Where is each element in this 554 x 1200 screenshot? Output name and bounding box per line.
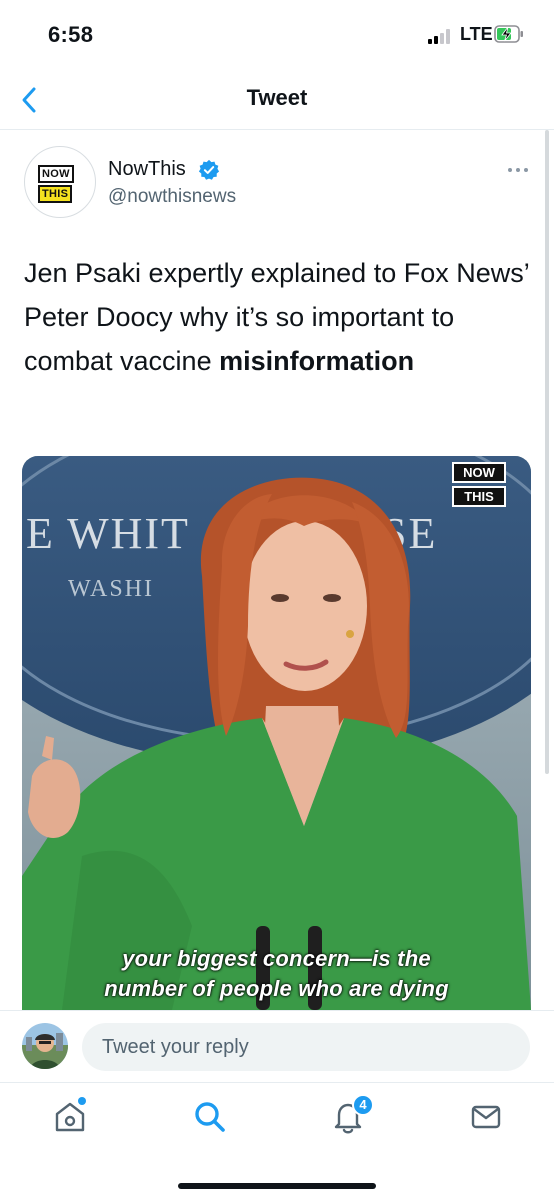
backdrop-text-white: E WHIT	[26, 509, 190, 558]
user-avatar-image	[22, 1023, 68, 1069]
video-frame-scene: E WHIT SE WASHI	[22, 456, 531, 1010]
watermark-this: THIS	[452, 486, 506, 507]
video-caption-line-1: your biggest concern—is the	[122, 946, 431, 971]
messages-envelope-icon[interactable]	[468, 1099, 504, 1135]
author-handle[interactable]: @nowthisnews	[108, 186, 236, 208]
battery-charging-icon	[494, 25, 523, 43]
reply-input[interactable]	[82, 1023, 530, 1071]
reply-bar	[0, 1010, 554, 1082]
scrollbar[interactable]	[545, 130, 549, 774]
more-options-icon[interactable]	[506, 160, 530, 180]
home-indicator[interactable]	[178, 1183, 376, 1189]
page-title: Tweet	[246, 85, 308, 110]
backdrop-text-washington: WASHI	[68, 576, 154, 602]
navigation-header: Tweet	[0, 70, 554, 130]
home-new-content-dot	[78, 1097, 86, 1105]
network-type: LTE	[460, 24, 493, 44]
status-time: 6:58	[48, 22, 94, 47]
tweet-text-emphasis: misinformation	[219, 346, 415, 376]
tab-bar: 4	[0, 1082, 554, 1200]
status-bar: 6:58 LTE	[0, 0, 554, 70]
tweet-text: Jen Psaki expertly explained to Fox News…	[24, 251, 529, 383]
signal-strength-icon	[428, 28, 454, 44]
watermark-now: NOW	[452, 462, 506, 483]
avatar-logo-this: THIS	[38, 185, 73, 203]
notifications-count-badge: 4	[352, 1094, 374, 1116]
user-avatar[interactable]	[22, 1023, 68, 1069]
author-avatar[interactable]: NOW THIS	[24, 146, 96, 218]
verified-badge-icon	[198, 159, 220, 180]
avatar-logo-now: NOW	[38, 165, 74, 183]
search-icon[interactable]	[192, 1099, 228, 1135]
video-caption-line-2: number of people who are dying	[104, 976, 449, 1001]
video-watermark-logo: NOW THIS	[452, 462, 506, 510]
author-name[interactable]: NowThis	[108, 158, 186, 181]
tweet-video[interactable]: E WHIT SE WASHI NOW THIS your biggest co…	[22, 456, 531, 1010]
